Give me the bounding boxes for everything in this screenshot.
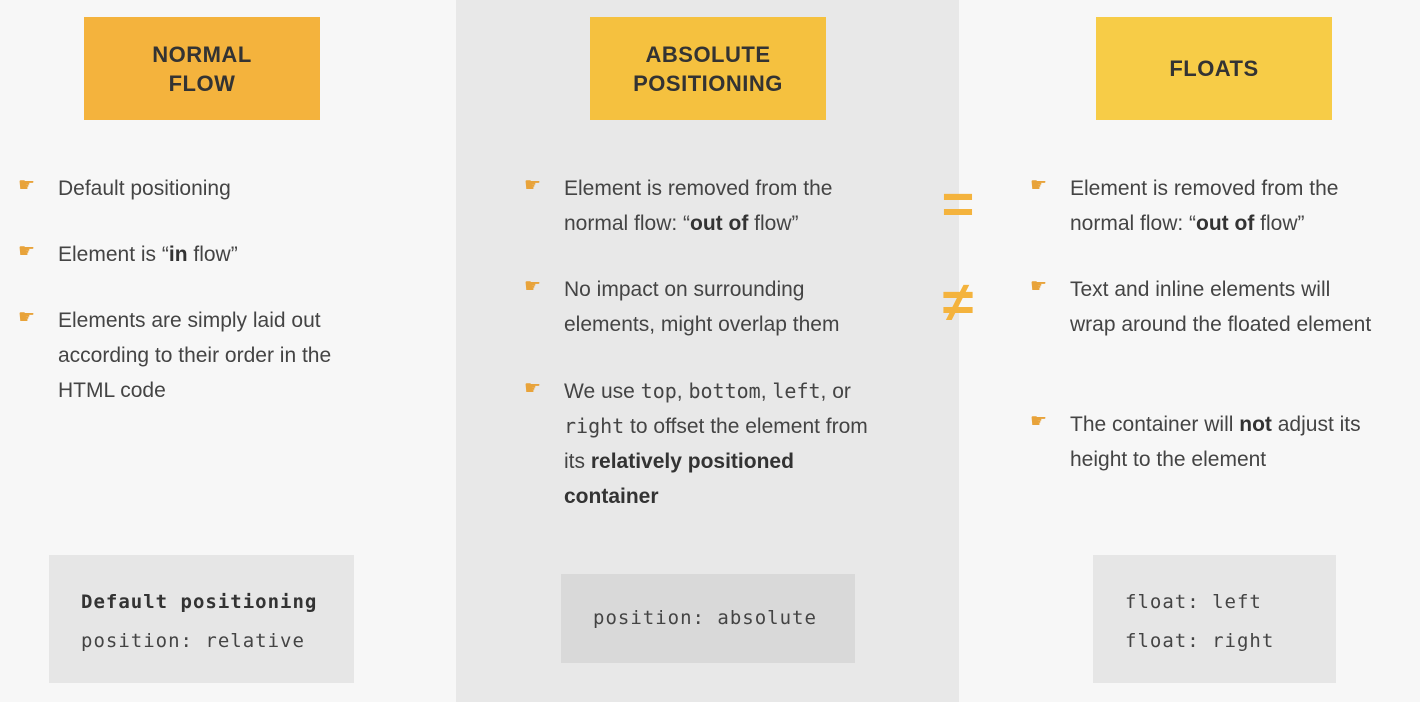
list-item: ☛ No impact on surrounding elements, mig… [524,272,894,342]
header-absolute-positioning: ABSOLUTE POSITIONING [590,17,826,120]
bullet-text: Default positioning [58,177,231,200]
list-item: ☛ Default positioning [18,171,438,206]
code-line: position: absolute [593,607,817,629]
pointing-hand-icon: ☛ [524,175,542,196]
bullet-text: Element is removed from the normal flow:… [564,177,833,235]
code-box-absolute: position: absolute [561,574,855,663]
pointing-hand-icon: ☛ [1030,175,1048,196]
code-line: float: left [1125,591,1262,613]
code-box-floats: float: left float: right [1093,555,1336,683]
bullet-text: We use top, bottom, left, or right to of… [564,379,868,508]
code-line: float: right [1125,630,1275,652]
pointing-hand-icon: ☛ [524,276,542,297]
pointing-hand-icon: ☛ [18,175,36,196]
pointing-hand-icon: ☛ [524,378,542,399]
equal-sign: = [941,172,975,235]
list-item: ☛ The container will not adjust its heig… [1030,407,1415,477]
bullet-text: Text and inline elements will wrap aroun… [1070,278,1372,336]
pointing-hand-icon: ☛ [18,241,36,262]
bullet-text: Element is removed from the normal flow:… [1070,177,1339,235]
header-floats-label: FLOATS [1169,56,1259,81]
not-equal-sign: ≠ [942,270,974,333]
header-floats: FLOATS [1096,17,1332,120]
list-item: ☛ Text and inline elements will wrap aro… [1030,272,1380,342]
list-item: ☛ Element is removed from the normal flo… [1030,171,1390,241]
header-absolute-positioning-label: ABSOLUTE POSITIONING [633,41,783,96]
list-item: ☛ Element is removed from the normal flo… [524,171,884,241]
pointing-hand-icon: ☛ [18,307,36,328]
code-box-normal-flow: Default positioning position: relative [49,555,354,683]
bullet-text: Element is “in flow” [58,243,238,266]
list-item: ☛ Elements are simply laid out according… [18,303,388,408]
bullet-text: Elements are simply laid out according t… [58,309,332,402]
bullet-text: No impact on surrounding elements, might… [564,278,840,336]
bullet-text: The container will not adjust its height… [1070,413,1361,471]
pointing-hand-icon: ☛ [1030,411,1048,432]
code-line: Default positioning [81,591,318,613]
code-line: position: relative [81,630,305,652]
header-normal-flow: NORMAL FLOW [84,17,320,120]
pointing-hand-icon: ☛ [1030,276,1048,297]
header-normal-flow-label: NORMAL FLOW [152,41,252,96]
list-item: ☛ We use top, bottom, left, or right to … [524,374,894,514]
list-item: ☛ Element is “in flow” [18,237,438,272]
